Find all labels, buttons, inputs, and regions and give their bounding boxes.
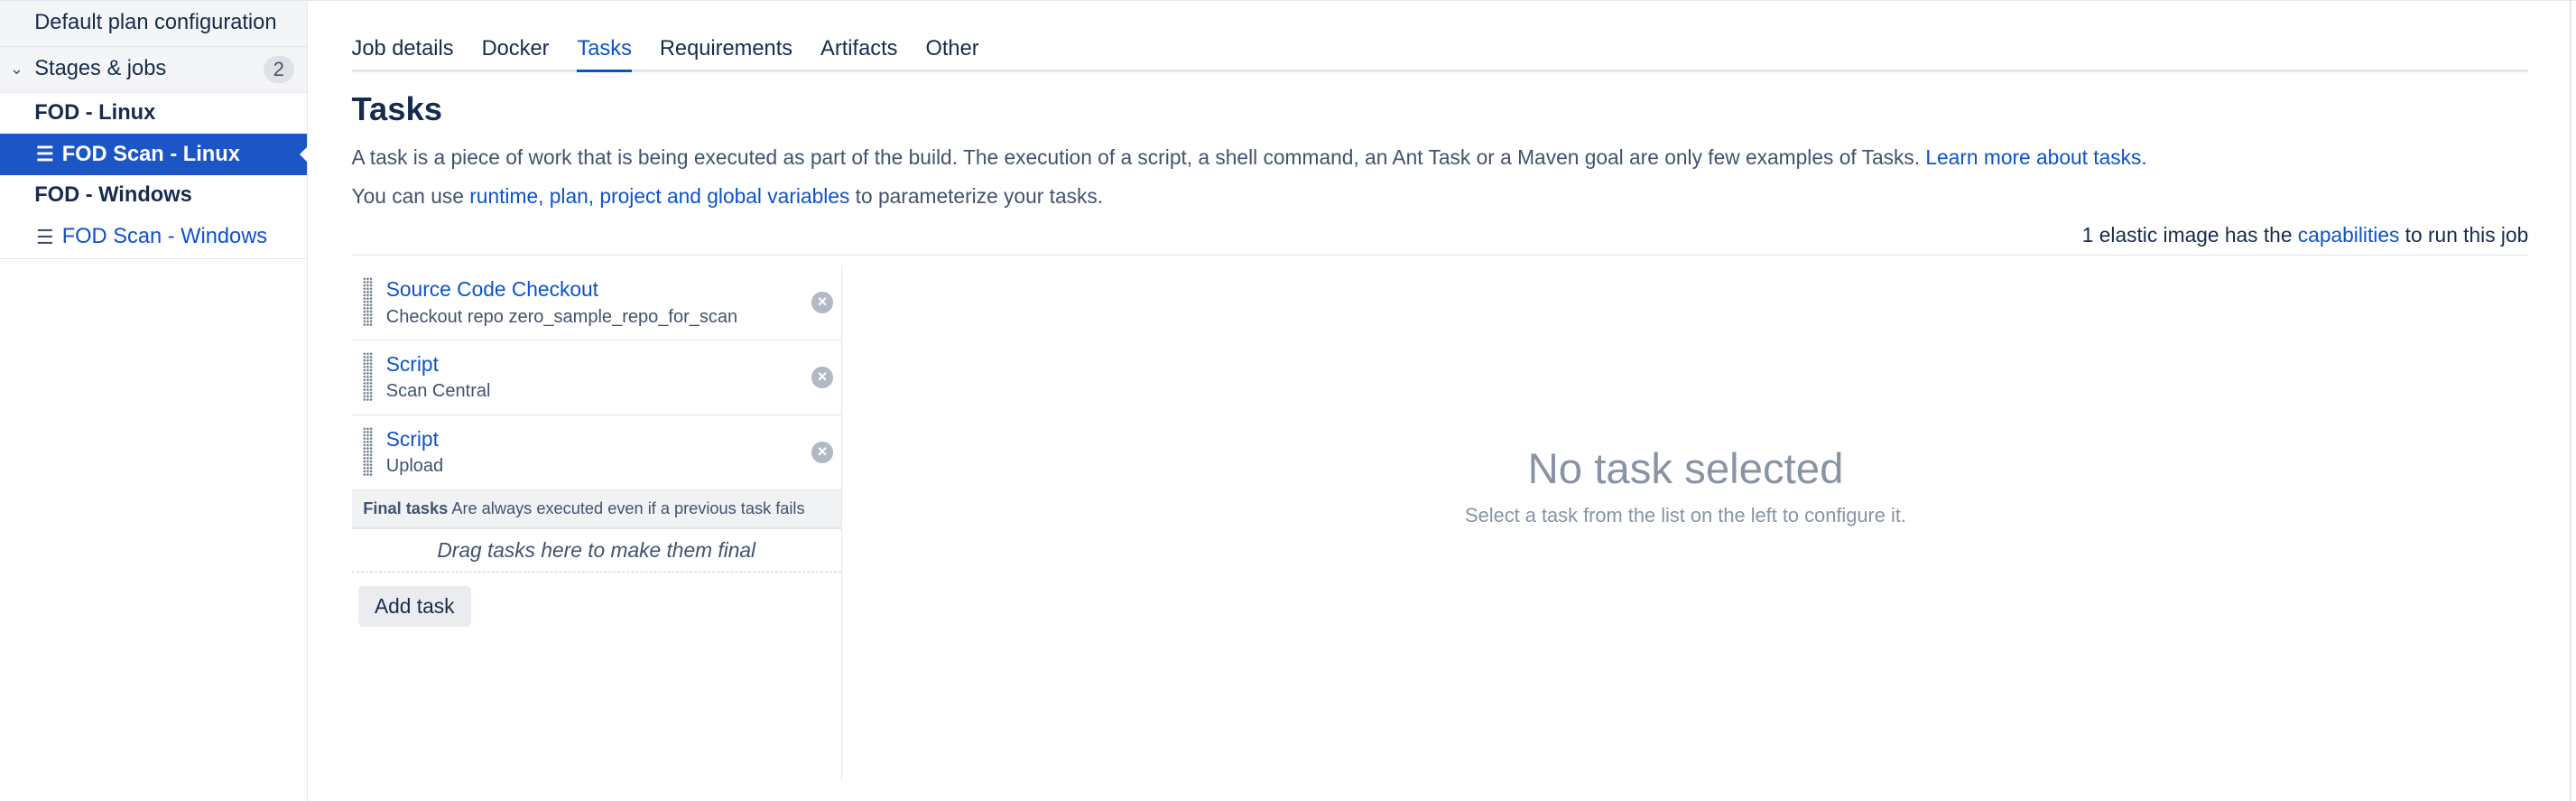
task-subtitle: Upload <box>385 456 444 477</box>
remove-task-icon[interactable]: × <box>811 292 833 313</box>
capabilities-text: 1 elastic image has the capabilities to … <box>351 223 2529 256</box>
tab-bar: Job details Docker Tasks Requirements Ar… <box>351 37 2529 73</box>
variables-text: You can use runtime, plan, project and g… <box>351 184 1104 208</box>
task-item[interactable]: Script Upload × <box>351 415 841 490</box>
tab-job-details[interactable]: Job details <box>352 37 454 70</box>
task-list: Source Code Checkout Checkout repo zero_… <box>351 265 842 780</box>
sidebar-job-fod-scan-linux[interactable]: ☰ FOD Scan - Linux <box>0 134 310 175</box>
empty-state-title: No task selected <box>1527 445 1844 494</box>
tab-requirements[interactable]: Requirements <box>660 37 792 70</box>
right-border <box>2569 1 2571 801</box>
drag-handle-icon[interactable] <box>363 351 374 402</box>
sidebar-job-fod-scan-windows[interactable]: ☰ FOD Scan - Windows <box>0 216 308 259</box>
task-subtitle: Scan Central <box>385 381 491 402</box>
list-icon: ☰ <box>36 143 54 166</box>
tab-docker[interactable]: Docker <box>482 37 550 70</box>
task-item[interactable]: Source Code Checkout Checkout repo zero_… <box>351 265 841 340</box>
page-title: Tasks <box>351 90 442 128</box>
list-icon: ☰ <box>36 225 54 248</box>
variables-link[interactable]: runtime, plan, project and global variab… <box>469 184 849 208</box>
task-title[interactable]: Script <box>386 427 439 452</box>
sidebar-stages-jobs[interactable]: ⌄ Stages & jobs 2 <box>0 46 308 93</box>
sidebar-stage-fod-linux[interactable]: FOD - Linux <box>0 93 307 135</box>
remove-task-icon[interactable]: × <box>811 367 833 388</box>
sidebar-stage-fod-windows[interactable]: FOD - Windows <box>0 175 307 217</box>
stages-count-badge: 2 <box>263 56 294 83</box>
sidebar-default-plan[interactable]: Default plan configuration <box>0 1 308 47</box>
drag-handle-icon[interactable] <box>363 276 374 327</box>
task-title[interactable]: Source Code Checkout <box>386 277 598 302</box>
add-task-button[interactable]: Add task <box>357 585 471 627</box>
task-subtitle: Checkout repo zero_sample_repo_for_scan <box>385 306 738 327</box>
tab-artifacts[interactable]: Artifacts <box>820 37 897 70</box>
description: A task is a piece of work that is being … <box>351 144 2147 169</box>
capabilities-link[interactable]: capabilities <box>2298 223 2400 247</box>
task-item[interactable]: Script Scan Central × <box>351 340 841 415</box>
empty-state-text: Select a task from the list on the left … <box>1465 504 1906 527</box>
main-content: Job details Docker Tasks Requirements Ar… <box>351 1 2529 780</box>
remove-task-icon[interactable]: × <box>811 441 833 463</box>
drag-handle-icon[interactable] <box>363 426 374 477</box>
final-tasks-dropzone[interactable]: Drag tasks here to make them final <box>351 529 841 573</box>
learn-more-link[interactable]: Learn more about tasks. <box>1925 145 2146 169</box>
chevron-down-icon: ⌄ <box>9 60 24 79</box>
sidebar: Default plan configuration ⌄ Stages & jo… <box>0 1 310 801</box>
tab-other[interactable]: Other <box>925 37 978 70</box>
tab-tasks[interactable]: Tasks <box>577 37 632 73</box>
empty-state: No task selected Select a task from the … <box>843 444 2529 527</box>
final-tasks-header: Final tasks Are always executed even if … <box>351 489 841 529</box>
task-title[interactable]: Script <box>386 352 439 377</box>
